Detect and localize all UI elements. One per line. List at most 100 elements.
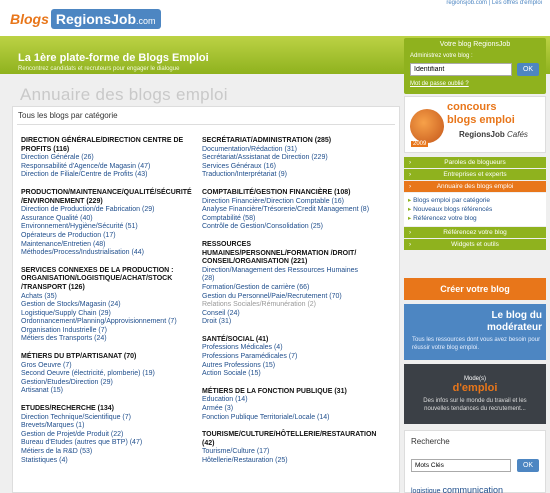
logo-blogs-text: Blogs [10,11,49,27]
create-blog-button[interactable]: Créer votre blog [404,278,546,300]
category-title[interactable]: MÉTIERS DU BTP/ARTISANAT (70) [21,353,191,362]
login-input[interactable] [410,63,512,76]
category-link[interactable]: Responsabilité d'Agence/de Magasin (47) [21,163,191,172]
category-link[interactable]: Gestion/Etudes/Direction (29) [21,379,191,388]
category-link[interactable]: Artisanat (15) [21,387,191,396]
category-block: ETUDES/RECHERCHE (134) Direction Techniqu… [21,405,191,465]
category-title[interactable]: PRODUCTION/MAINTENANCE/QUALITÉ/SÉCURITÉ … [21,189,192,206]
forgot-password-link[interactable]: Mot de passe oublié ? [410,81,469,87]
category-link[interactable]: Autres Professions (15) [202,362,372,371]
category-title[interactable]: DIRECTION GÉNÉRALE/DIRECTION CENTRE DE P… [21,137,191,154]
moderateur-blog-banner[interactable]: Le blog du modérateur Tous les ressource… [404,304,546,360]
category-link[interactable]: Traduction/Interprétariat (9) [202,171,372,180]
category-title[interactable]: SECRÉTARIAT/ADMINISTRATION (285) [202,137,372,146]
category-link[interactable]: Gestion du Personnel/Paie/Recrutement (7… [202,293,372,302]
category-link[interactable]: Logistique/Supply Chain (29) [21,310,191,319]
banner-subtitle: Rencontrez candidats et recruteurs pour … [18,66,180,72]
category-link[interactable]: Gestion de Projet/de Produit (22) [21,431,191,440]
category-link[interactable]: Contrôle de Gestion/Consolidation (25) [202,223,372,232]
category-link[interactable]: Direction/Management des Ressources Huma… [202,267,372,284]
top-bar: Blogs RegionsJob.com regionsjob.com | Le… [0,0,550,36]
category-link[interactable]: Comptabilité (58) [202,215,372,224]
category-link[interactable]: Achats (35) [21,293,191,302]
category-link[interactable]: Professions Paramédicales (7) [202,353,372,362]
logo-regionsjob-badge: RegionsJob.com [50,9,161,29]
category-link[interactable]: Relations Sociales/Rémunération (2) [202,301,372,310]
menu-item-annuaire[interactable]: Annuaire des blogs emploi [404,181,546,192]
moderateur-line1: Le blog du [491,310,542,321]
category-link[interactable]: Direction de Filiale/Centre de Profits (… [21,171,191,180]
category-link[interactable]: Hôtellerie/Restauration (25) [202,457,372,466]
category-link[interactable]: Fonction Publique Territoriale/Locale (1… [202,414,372,423]
category-link[interactable]: Gestion de Stocks/Magasin (24) [21,301,191,310]
category-directory: Tous les blogs par catégorie DIRECTION G… [12,106,400,493]
submenu-item-referencez[interactable]: Référencez votre blog [408,214,542,223]
category-link[interactable]: Professions Médicales (4) [202,344,372,353]
category-link[interactable]: Opérateurs de Production (17) [21,232,191,241]
menu-item-entreprises[interactable]: Entreprises et experts [404,169,546,180]
concours-banner[interactable]: concours blogs emploi RegionsJob Cafés 2… [404,96,546,153]
category-title[interactable]: SANTÉ/SOCIAL (41) [202,336,372,345]
modes-emploi-banner[interactable]: Mode(s) d'emploi Des infos sur le monde … [404,364,546,424]
category-link[interactable]: Statistiques (4) [21,457,191,466]
top-links[interactable]: regionsjob.com | Les offres d'emploi [446,0,542,6]
search-panel: Recherche OK logistique communication [404,430,546,493]
tag-communication[interactable]: communication [443,485,504,493]
tag-cloud: logistique communication [411,485,503,493]
category-title[interactable]: COMPTABILITÉ/GESTION FINANCIÈRE (108) [202,189,372,198]
moderateur-line2: modérateur [486,322,542,333]
category-title[interactable]: MÉTIERS DE LA FONCTION PUBLIQUE (31) [202,388,372,397]
category-title[interactable]: TOURISME/CULTURE/HÔTELLERIE/RESTAURATION… [202,431,376,448]
search-ok-button[interactable]: OK [517,459,539,472]
category-link[interactable]: Secrétariat/Assistanat de Direction (229… [202,154,372,163]
category-title[interactable]: RESSOURCES HUMAINES/PERSONNEL/FORMATION … [202,241,372,267]
moderateur-text: Tous les ressources dont vous avez besoi… [412,337,541,351]
category-link[interactable]: Gros Oeuvre (7) [21,362,191,371]
category-link[interactable]: Organisation Industrielle (7) [21,327,191,336]
category-link[interactable]: Formation/Gestion de carrière (66) [202,284,372,293]
site-logo[interactable]: Blogs RegionsJob.com [10,8,161,30]
category-link[interactable]: Assurance Qualité (40) [21,215,191,224]
category-link[interactable]: Conseil (24) [202,310,372,319]
category-link[interactable]: Tourisme/Culture (17) [202,448,372,457]
category-link[interactable]: Education (14) [202,396,372,405]
category-link[interactable]: Ordonnancement/Planning/Approvisionnemen… [21,318,191,327]
search-input[interactable] [411,459,511,472]
category-link[interactable]: Direction Financière/Direction Comptable… [202,198,372,207]
divider [17,124,395,125]
category-link[interactable]: Direction de Production/de Fabrication (… [21,206,191,215]
directory-heading: Tous les blogs par catégorie [18,111,118,120]
category-link[interactable]: Armée (3) [202,405,372,414]
category-title[interactable]: SERVICES CONNEXES DE LA PRODUCTION : ORG… [21,267,191,293]
category-link[interactable]: Métiers des Transports (24) [21,335,191,344]
login-ok-button[interactable]: OK [517,63,539,76]
category-link[interactable]: Documentation/Rédaction (31) [202,146,372,155]
submenu-item-nouveaux[interactable]: Nouveaux blogs référencés [408,205,542,214]
category-link[interactable]: Second Oeuvre (électricité, plomberie) (… [21,370,191,379]
category-column-left: DIRECTION GÉNÉRALE/DIRECTION CENTRE DE P… [21,137,192,474]
submenu: Blogs emploi par catégorie Nouveaux blog… [404,193,546,226]
category-link[interactable]: Environnement/Hygiène/Sécurité (51) [21,223,191,232]
page-title: Annuaire des blogs emploi [20,85,228,104]
category-link[interactable]: Droit (31) [202,318,372,327]
category-link[interactable]: Maintenance/Entretien (48) [21,241,191,250]
category-link[interactable]: Métiers de la R&D (53) [21,448,191,457]
menu-item-widgets[interactable]: Widgets et outils [404,239,546,250]
menu-item-paroles[interactable]: Paroles de blogueurs [404,157,546,168]
concours-line1: concours [447,101,497,113]
concours-cafes: Cafés [507,130,528,139]
category-link[interactable]: Direction Technique/Scientifique (7) [21,414,191,423]
category-link[interactable]: Action Sociale (15) [202,370,372,379]
category-link[interactable]: Analyse Financière/Trésorerie/Credit Man… [202,206,372,215]
category-link[interactable]: Bureau d'Etudes (autres que BTP) (47) [21,439,191,448]
logo-com-text: .com [136,16,156,26]
category-link[interactable]: Direction Générale (26) [21,154,191,163]
category-link[interactable]: Services Généraux (16) [202,163,372,172]
category-title[interactable]: ETUDES/RECHERCHE (134) [21,405,191,414]
submenu-item-categories[interactable]: Blogs emploi par catégorie [408,196,542,205]
category-link[interactable]: Brevets/Marques (1) [21,422,191,431]
tag-logistique[interactable]: logistique [411,488,441,493]
menu-item-referencez[interactable]: Référencez votre blog [404,227,546,238]
concours-year: 2009 [411,141,429,147]
category-link[interactable]: Méthodes/Process/Industrialisation (44) [21,249,191,258]
